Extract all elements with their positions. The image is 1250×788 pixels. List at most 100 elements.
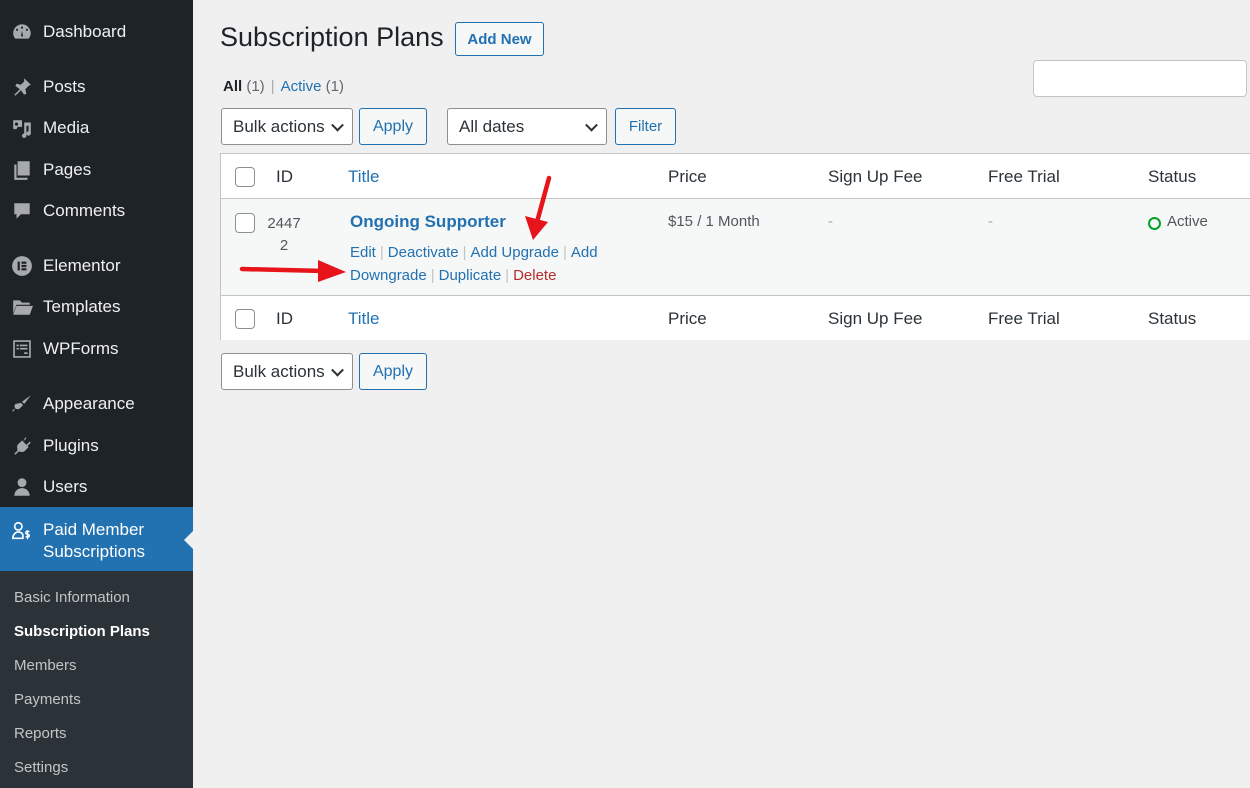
view-active-count: (1) xyxy=(325,78,344,95)
sidebar-item-comments[interactable]: Comments xyxy=(0,193,193,229)
plan-free-trial: - xyxy=(988,213,993,230)
view-active-label: Active xyxy=(280,78,322,95)
user-icon xyxy=(10,475,34,499)
sidebar-item-plugins[interactable]: Plugins xyxy=(0,428,193,464)
select-all-checkbox[interactable] xyxy=(235,167,255,187)
submenu-item-members[interactable]: Members xyxy=(14,657,77,674)
delete-link[interactable]: Delete xyxy=(513,267,556,284)
submenu-item-subscription-plans[interactable]: Subscription Plans xyxy=(14,623,150,640)
form-icon xyxy=(10,337,34,361)
bulk-actions-select-bottom[interactable]: Bulk actions xyxy=(221,353,353,390)
page-title: Subscription Plans xyxy=(220,22,444,52)
view-all-label: All xyxy=(223,78,243,95)
sidebar-label: Posts xyxy=(43,77,86,96)
sidebar-label: Comments xyxy=(43,201,126,220)
paintbrush-icon xyxy=(10,392,34,416)
sidebar-label: WPForms xyxy=(43,339,119,358)
view-separator: | xyxy=(270,78,275,95)
sidebar-submenu: Basic Information Subscription Plans Mem… xyxy=(0,571,193,788)
bulk-actions-select-top[interactable]: Bulk actions xyxy=(221,108,353,145)
separator: | xyxy=(505,267,510,284)
sidebar-item-media[interactable]: Media xyxy=(0,110,193,146)
sidebar-item-elementor[interactable]: Elementor xyxy=(0,248,193,284)
column-header-price: Price xyxy=(668,167,707,186)
column-header-status: Status xyxy=(1148,167,1197,186)
row-checkbox[interactable] xyxy=(235,213,255,233)
sidebar-item-posts[interactable]: Posts xyxy=(0,69,193,105)
separator: | xyxy=(562,244,567,261)
view-all[interactable]: All (1) xyxy=(223,78,265,95)
plug-icon xyxy=(10,434,34,458)
plan-title-link[interactable]: Ongoing Supporter xyxy=(350,212,506,232)
pushpin-icon xyxy=(10,75,34,99)
chevron-down-icon xyxy=(585,118,598,132)
bulk-actions-value: Bulk actions xyxy=(233,116,325,136)
column-footer-free-trial: Free Trial xyxy=(988,309,1060,328)
submenu-item-settings[interactable]: Settings xyxy=(14,759,68,776)
sidebar-item-dashboard[interactable]: Dashboard xyxy=(0,14,193,50)
submenu-item-reports[interactable]: Reports xyxy=(14,725,67,742)
elementor-icon xyxy=(10,254,34,278)
chevron-down-icon xyxy=(331,363,344,377)
dates-filter-select[interactable]: All dates xyxy=(447,108,607,145)
status-active-icon xyxy=(1148,217,1161,230)
admin-sidebar: Dashboard Posts Media Pages Comments Ele… xyxy=(0,0,193,788)
sidebar-item-paid-member-subscriptions[interactable]: Paid Member Subscriptions xyxy=(0,507,193,571)
duplicate-link[interactable]: Duplicate xyxy=(439,267,502,284)
sidebar-label: Users xyxy=(43,477,88,496)
filter-button[interactable]: Filter xyxy=(615,108,676,145)
column-header-id: ID xyxy=(276,167,293,186)
search-input[interactable] xyxy=(1033,60,1247,97)
column-header-free-trial: Free Trial xyxy=(988,167,1060,186)
folder-icon xyxy=(10,295,34,319)
apply-button-top[interactable]: Apply xyxy=(359,108,427,145)
view-all-count: (1) xyxy=(246,78,265,95)
sidebar-item-pages[interactable]: Pages xyxy=(0,152,193,188)
sidebar-label: Templates xyxy=(43,297,121,316)
table-header: ID Title Price Sign Up Fee Free Trial St… xyxy=(221,154,1250,199)
member-dollar-icon xyxy=(10,519,34,543)
plan-id-line2: 2 xyxy=(279,237,289,254)
separator: | xyxy=(462,244,467,261)
dates-value: All dates xyxy=(459,116,525,136)
sidebar-label: Plugins xyxy=(43,436,99,455)
sidebar-item-wpforms[interactable]: WPForms xyxy=(0,331,193,367)
add-upgrade-link[interactable]: Add Upgrade xyxy=(471,244,559,261)
media-icon xyxy=(10,116,34,140)
sidebar-item-users[interactable]: Users xyxy=(0,469,193,505)
sidebar-item-appearance[interactable]: Appearance xyxy=(0,386,193,422)
sidebar-item-templates[interactable]: Templates xyxy=(0,289,193,325)
select-all-checkbox-bottom[interactable] xyxy=(235,309,255,329)
column-header-sign-up-fee: Sign Up Fee xyxy=(828,167,923,186)
column-footer-title[interactable]: Title xyxy=(348,309,380,329)
sidebar-label: Media xyxy=(43,118,90,137)
deactivate-link[interactable]: Deactivate xyxy=(388,244,459,261)
column-footer-price: Price xyxy=(668,309,707,328)
column-footer-id: ID xyxy=(276,309,293,328)
row-actions: Edit | Deactivate | Add Upgrade | Add Downgrad… xyxy=(350,241,620,287)
column-header-title[interactable]: Title xyxy=(348,167,380,187)
sidebar-label: Paid Member Subscriptions xyxy=(43,520,146,561)
plan-sign-up-fee: - xyxy=(828,213,833,230)
submenu-item-payments[interactable]: Payments xyxy=(14,691,81,708)
plan-status: Active xyxy=(1167,213,1208,230)
separator: | xyxy=(430,267,435,284)
add-new-button[interactable]: Add New xyxy=(455,22,544,56)
column-footer-status: Status xyxy=(1148,309,1197,328)
dashboard-icon xyxy=(10,20,34,44)
separator: | xyxy=(379,244,384,261)
sidebar-label: Pages xyxy=(43,160,92,179)
pages-icon xyxy=(10,158,34,182)
comment-icon xyxy=(10,199,34,223)
submenu-item-basic-information[interactable]: Basic Information xyxy=(14,589,130,606)
plan-id-line1: 2447 xyxy=(267,215,301,232)
bulk-actions-value: Bulk actions xyxy=(233,361,325,381)
table-footer: ID Title Price Sign Up Fee Free Trial St… xyxy=(221,295,1250,340)
sidebar-label: Appearance xyxy=(43,394,135,413)
view-active[interactable]: Active (1) xyxy=(281,78,344,95)
sidebar-label: Elementor xyxy=(43,256,121,275)
table-row: 2447 2 Ongoing Supporter Edit | Deactivate… xyxy=(221,199,1250,295)
edit-link[interactable]: Edit xyxy=(350,244,376,261)
column-footer-sign-up-fee: Sign Up Fee xyxy=(828,309,923,328)
apply-button-bottom[interactable]: Apply xyxy=(359,353,427,390)
